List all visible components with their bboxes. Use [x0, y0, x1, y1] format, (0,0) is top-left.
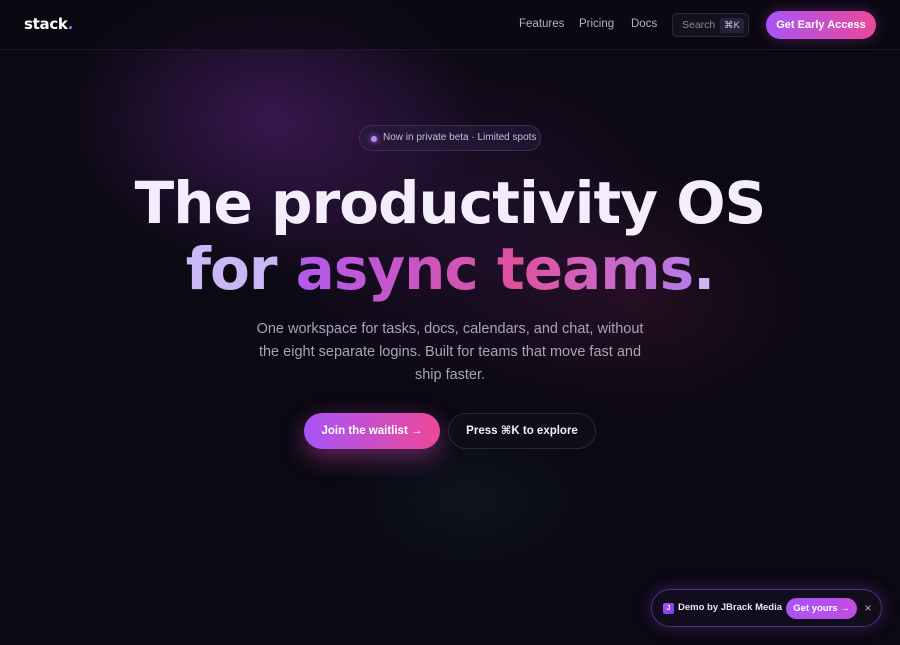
headline-line-1: The productivity OS — [134, 169, 767, 237]
demo-toast: J Demo by JBrack Media Get yours → × — [651, 589, 882, 627]
hero-subtitle: One workspace for tasks, docs, calendars… — [256, 321, 644, 383]
status-dot-icon — [371, 136, 377, 142]
demo-credit-text: Demo by JBrack Media — [678, 602, 783, 613]
logo[interactable]: stack. — [24, 15, 73, 33]
headline-highlight: async teams — [295, 235, 694, 303]
search-label: Search — [682, 19, 716, 31]
headline-plain: for — [185, 235, 296, 303]
get-yours-button[interactable]: Get yours → — [786, 598, 857, 619]
get-early-access-button[interactable]: Get Early Access — [766, 11, 876, 39]
close-icon[interactable]: × — [861, 600, 875, 616]
search-button[interactable]: Search ⌘K — [672, 13, 749, 37]
beta-badge: Now in private beta · Limited spots — [359, 125, 541, 151]
nav-link-docs[interactable]: Docs — [631, 18, 657, 30]
jbrack-logo-icon: J — [663, 603, 674, 614]
join-waitlist-button[interactable]: Join the waitlist → — [304, 413, 440, 449]
logo-dot: . — [67, 15, 74, 33]
logo-text: stack — [24, 15, 68, 33]
badge-text: Now in private beta · Limited spots — [383, 132, 537, 143]
headline-period: . — [693, 235, 715, 303]
nav-link-features[interactable]: Features — [519, 18, 564, 30]
headline-line-2: for async teams. — [0, 236, 900, 302]
top-navbar: stack. Features Pricing Docs Search ⌘K G… — [0, 0, 900, 50]
nav-link-pricing[interactable]: Pricing — [579, 18, 614, 30]
explore-button[interactable]: Press ⌘K to explore — [448, 413, 596, 449]
search-shortcut: ⌘K — [720, 18, 744, 33]
